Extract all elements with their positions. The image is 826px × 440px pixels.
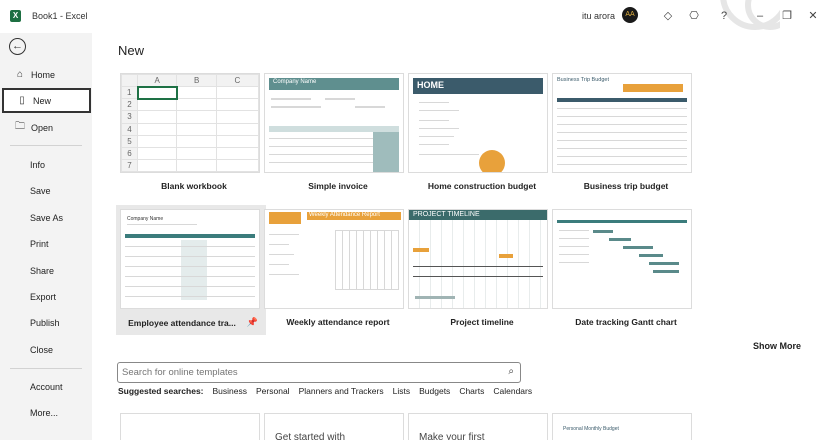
suggested-link-charts[interactable]: Charts <box>459 386 484 396</box>
template-label: Date tracking Gantt chart <box>575 317 677 327</box>
template-simple-invoice[interactable]: Company Name Simple invoice <box>264 73 412 197</box>
suggested-label: Suggested searches: <box>118 386 204 396</box>
back-arrow-icon[interactable]: ← <box>9 38 26 55</box>
page-title: New <box>118 43 145 58</box>
sidebar-item-new[interactable]: ▯ New <box>2 88 91 113</box>
template-card-partial[interactable] <box>120 413 260 440</box>
suggested-link-calendars[interactable]: Calendars <box>493 386 532 396</box>
template-blank-workbook[interactable]: ABC 1 2 3 4 5 6 7 Blank workbook <box>120 73 268 197</box>
template-card-partial[interactable]: Personal Monthly Budget <box>552 413 692 440</box>
template-label: Blank workbook <box>161 181 227 191</box>
pin-icon[interactable]: 📌 <box>247 317 258 328</box>
suggested-link-budgets[interactable]: Budgets <box>419 386 450 396</box>
sidebar-item-home[interactable]: ⌂ Home <box>2 62 91 87</box>
template-project-timeline[interactable]: PROJECT TIMELINE Project timeline <box>408 209 556 333</box>
sidebar-item-save[interactable]: Save <box>2 178 91 203</box>
sidebar-item-account[interactable]: Account <box>2 374 91 399</box>
template-date-tracking-gantt[interactable]: Date tracking Gantt chart <box>552 209 700 333</box>
template-card-partial[interactable]: Get started with <box>264 413 404 440</box>
sidebar-divider <box>10 145 82 146</box>
minimize-icon[interactable]: – <box>752 8 768 24</box>
show-more-link[interactable]: Show More <box>753 341 801 351</box>
sidebar-divider <box>10 368 82 369</box>
excel-app-icon: X <box>10 10 21 22</box>
close-icon[interactable]: ✕ <box>805 8 821 24</box>
sidebar-item-publish[interactable]: Publish <box>2 310 91 335</box>
template-weekly-attendance-report[interactable]: Weekly Attendance Report Weekly attendan… <box>264 209 412 333</box>
sidebar-item-open[interactable]: 🗀 Open <box>2 115 91 140</box>
template-thumbnail: Company Name <box>120 209 260 309</box>
template-search-input[interactable] <box>122 363 492 381</box>
folder-open-icon: 🗀 <box>15 121 25 132</box>
template-business-trip-budget[interactable]: Business Trip Budget Business trip budge… <box>552 73 700 197</box>
search-icon[interactable]: ⌕ <box>508 366 514 377</box>
template-label: Home construction budget <box>427 181 537 191</box>
template-thumbnail: ABC 1 2 3 4 5 6 7 <box>120 73 260 173</box>
template-thumbnail <box>552 209 692 309</box>
avatar[interactable]: AA <box>622 7 638 23</box>
suggested-link-lists[interactable]: Lists <box>393 386 410 396</box>
blank-grid: ABC 1 2 3 4 5 6 7 <box>121 74 259 172</box>
help-icon[interactable]: ? <box>716 8 732 24</box>
sidebar-item-more[interactable]: More... <box>2 400 91 425</box>
sidebar-item-info[interactable]: Info <box>2 152 91 177</box>
diamond-icon[interactable]: ◇ <box>660 8 676 24</box>
title-bar: X Book1 - Excel itu arora AA ◇ ⎔ ? – ❐ ✕ <box>0 0 826 33</box>
suggested-link-business[interactable]: Business <box>213 386 248 396</box>
window-title: Book1 - Excel <box>32 11 88 21</box>
template-thumbnail: Business Trip Budget <box>552 73 692 173</box>
backstage-sidebar: ← ⌂ Home ▯ New 🗀 Open Info Save Save As … <box>0 33 92 440</box>
suggested-link-personal[interactable]: Personal <box>256 386 290 396</box>
template-label: Weekly attendance report <box>286 317 390 327</box>
template-label: Project timeline <box>450 317 514 327</box>
main-panel: New ABC 1 2 3 4 5 6 7 Blank workbook Com… <box>92 33 826 440</box>
coauthor-icon[interactable]: ⎔ <box>686 8 702 24</box>
suggested-searches: Suggested searches: Business Personal Pl… <box>118 386 532 396</box>
template-thumbnail: PROJECT TIMELINE <box>408 209 548 309</box>
sidebar-item-save-as[interactable]: Save As <box>2 205 91 230</box>
template-home-construction-budget[interactable]: HOME Home construction budget <box>408 73 556 197</box>
sidebar-item-export[interactable]: Export <box>2 284 91 309</box>
restore-icon[interactable]: ❐ <box>779 8 795 24</box>
user-name[interactable]: itu arora <box>582 11 615 21</box>
sidebar-item-print[interactable]: Print <box>2 231 91 256</box>
template-employee-attendance-tracker[interactable]: Company Name Employee attendance tra... … <box>116 205 266 335</box>
template-card-partial[interactable]: Make your first <box>408 413 548 440</box>
template-label: Business trip budget <box>583 181 669 191</box>
new-file-icon: ▯ <box>19 95 25 106</box>
sidebar-item-share[interactable]: Share <box>2 258 91 283</box>
template-label: Employee attendance tra... <box>128 318 236 328</box>
sidebar-item-close[interactable]: Close <box>2 337 91 362</box>
template-thumbnail: Weekly Attendance Report <box>264 209 404 309</box>
template-label: Simple invoice <box>308 181 368 191</box>
template-thumbnail: HOME <box>408 73 548 173</box>
suggested-link-planners[interactable]: Planners and Trackers <box>299 386 384 396</box>
home-icon: ⌂ <box>16 69 24 80</box>
template-search-box[interactable]: ⌕ <box>117 362 521 383</box>
template-thumbnail: Company Name <box>264 73 404 173</box>
